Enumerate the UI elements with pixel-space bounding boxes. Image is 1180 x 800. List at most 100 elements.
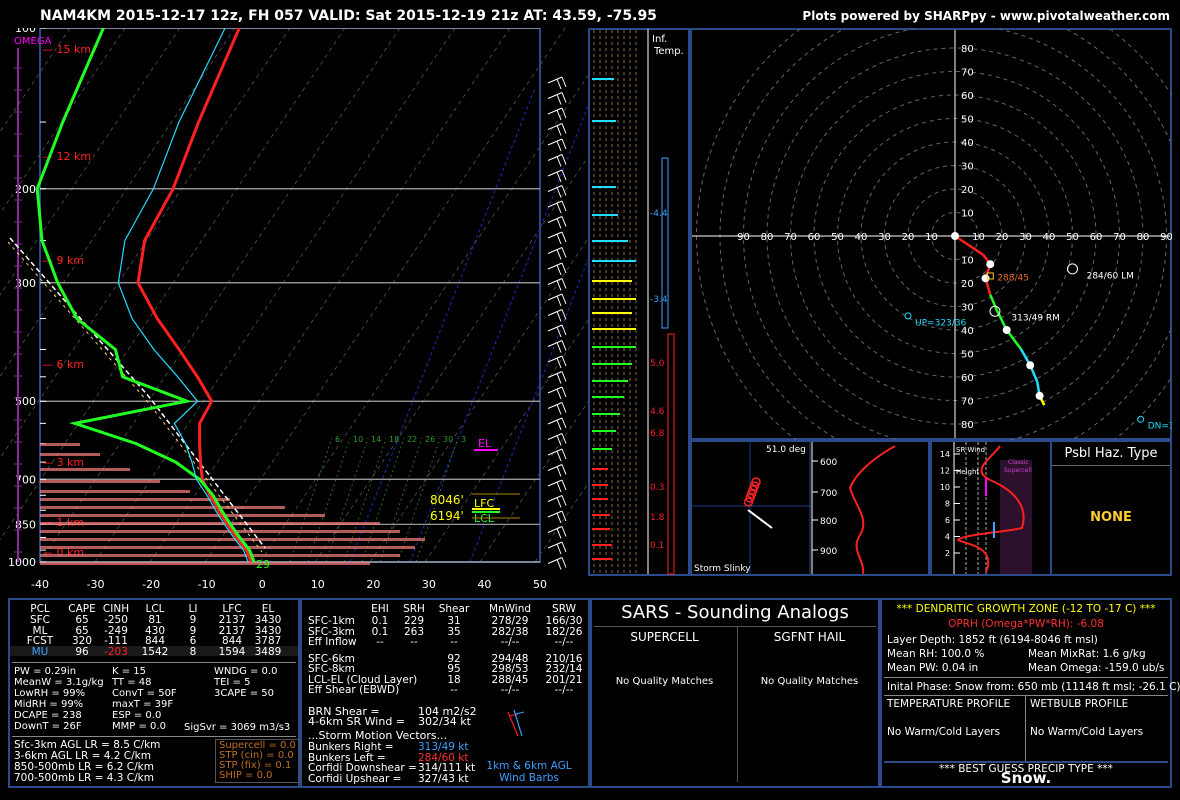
wind-barb-flag xyxy=(561,200,567,212)
wind-barb-staff xyxy=(547,123,563,130)
wind-barb-flag xyxy=(556,249,562,260)
kinematic-bar xyxy=(592,514,610,516)
wind-barb xyxy=(547,495,567,508)
sars-supercell-match: No Quality Matches xyxy=(615,676,714,687)
lapse-rate: 3-6km AGL LR = 4.2 C/km xyxy=(14,750,151,762)
kinematic-bar xyxy=(592,396,624,398)
wind-barb xyxy=(547,433,567,446)
sars-hail-match: No Quality Matches xyxy=(760,676,859,687)
parcel-cell: 8 xyxy=(189,645,197,658)
hodo-ring-label: 60 xyxy=(808,232,821,243)
misc-param-row: LowRH = 99% ConvT = 50F 3CAPE = 50 xyxy=(14,688,296,699)
bunkers-mean-label: 288/45 xyxy=(997,274,1029,284)
hodo-km-marker xyxy=(981,274,990,283)
kinematic-bar xyxy=(592,448,612,450)
inferred-temp-panel: Inf.Temp. -4.4 -3.4 5.0 4.6 6.8 0.3 1.8 0.1 xyxy=(588,28,690,576)
wind-barb-staff xyxy=(547,76,563,84)
hazard-type-value: NONE xyxy=(1090,510,1132,525)
srwind-tick-label: 10 xyxy=(940,483,950,492)
lapse-rate: Sfc-3km AGL LR = 8.5 C/km xyxy=(14,739,161,751)
parcel-cell: MU xyxy=(31,645,49,658)
wind-barb-flag xyxy=(556,94,562,105)
wind-barb-flag xyxy=(556,187,562,198)
wind-barb-flag xyxy=(561,386,567,398)
wind-barb-flag xyxy=(556,125,562,136)
storm-vector-label: Corfidi Upshear = xyxy=(308,772,402,785)
omega-bar xyxy=(40,514,325,517)
parcel-row: MU 96 -203 1542 8 1594 3489 xyxy=(10,645,298,658)
inftemp-value: 1.8 xyxy=(650,513,665,523)
inftemp-value: -4.4 xyxy=(650,209,668,219)
kinematic-bar xyxy=(592,430,616,432)
wind-barb xyxy=(547,262,567,276)
wind-barb-flag xyxy=(561,526,567,537)
el-label: EL xyxy=(478,437,492,450)
dgz-title: *** DENDRITIC GROWTH ZONE (-12 TO -17 C)… xyxy=(896,603,1156,615)
kinematics-label: Eff Shear (EBWD) xyxy=(308,684,400,696)
hodo-ring-label: 50 xyxy=(1066,232,1079,243)
theta-e-pressure-label: 600 xyxy=(820,458,837,468)
wind-barb-flag xyxy=(561,479,567,491)
hodo-ring-label: 80 xyxy=(761,232,774,243)
kinematics-cell: --/-- xyxy=(554,684,574,696)
wind-barb-flag xyxy=(561,247,567,258)
misc-param-row: DCAPE = 238 ESP = 0.0 xyxy=(14,710,296,721)
supercell-label: Supercell xyxy=(1004,467,1032,474)
wind-barb-staff xyxy=(547,557,563,564)
srwind-height-label: Height xyxy=(956,468,979,476)
temp-tick-label: 10 xyxy=(311,578,325,591)
sars-hail-header: SGFNT HAIL xyxy=(773,630,846,644)
sr-wind-panel: 14 12 10 8 6 4 2 SR Wind Height ClassicSupercell xyxy=(930,440,1052,576)
wind-barb xyxy=(547,231,567,245)
lcl-height-label: 6194' xyxy=(430,509,464,523)
kinematic-bar xyxy=(592,498,608,500)
wind-barb xyxy=(547,541,567,555)
wind-barb-staff xyxy=(547,169,563,177)
wind-barb-flag xyxy=(561,309,567,320)
hodo-ring-label: 50 xyxy=(961,350,974,361)
wind-barb xyxy=(547,340,567,353)
kinematic-bar xyxy=(592,186,616,188)
inftemp-value: 4.6 xyxy=(650,407,665,417)
wind-barb-flag xyxy=(561,495,567,506)
wind-barb-flag xyxy=(561,464,567,475)
hodo-km-marker xyxy=(1026,361,1035,370)
omega-bar xyxy=(40,443,80,446)
temp-profile-value: No Warm/Cold Layers xyxy=(887,726,1001,738)
kinematics-header: EHI SRH Shear MnWind SRW xyxy=(302,603,588,615)
hodo-km-marker xyxy=(986,260,995,269)
wind-barb-flag xyxy=(556,435,562,446)
wind-barb-flag xyxy=(556,156,562,167)
wind-barb xyxy=(547,138,567,152)
srwind-tick-label: 12 xyxy=(940,467,950,476)
precip-type-value: Snow. xyxy=(1000,769,1052,787)
srwind-tick-label: 8 xyxy=(945,500,950,509)
wind-barb-flag xyxy=(556,481,562,493)
hodo-ring-label: 60 xyxy=(1090,232,1103,243)
kinematic-bar xyxy=(592,346,636,348)
wind-barb xyxy=(547,448,567,462)
sars-title: SARS - Sounding Analogs xyxy=(621,602,849,623)
omega-bar xyxy=(40,506,285,509)
wind-barb-flag xyxy=(556,357,562,369)
lapse-rate: 850-500mb LR = 6.2 C/km xyxy=(14,761,154,773)
wind-barb xyxy=(547,526,567,539)
lapse-rates: Sfc-3km AGL LR = 8.5 C/km 3-6km AGL LR = … xyxy=(14,739,161,784)
wind-barb-flag xyxy=(561,541,567,553)
mini-wind-barbs xyxy=(507,709,525,737)
kinematic-bar xyxy=(592,484,608,486)
severe-index: SHIP = 0.0 xyxy=(219,770,273,781)
omega-bar xyxy=(40,538,425,541)
inftemp-header: Inf. xyxy=(652,34,667,45)
lfc-label: LFC xyxy=(474,497,494,510)
wind-barb xyxy=(547,557,567,570)
wind-barb-flag xyxy=(561,154,567,165)
omega-label: OMEGA xyxy=(14,36,52,47)
hodo-ring-label: 80 xyxy=(1137,232,1150,243)
wind-barb-flag xyxy=(556,233,562,245)
hodo-ring-label: 70 xyxy=(961,397,974,408)
hodo-km-marker xyxy=(951,232,959,240)
omega-bar xyxy=(40,490,190,493)
wind-barb xyxy=(547,479,567,493)
misc-param-row: MidRH = 99% maxT = 39F xyxy=(14,699,296,710)
